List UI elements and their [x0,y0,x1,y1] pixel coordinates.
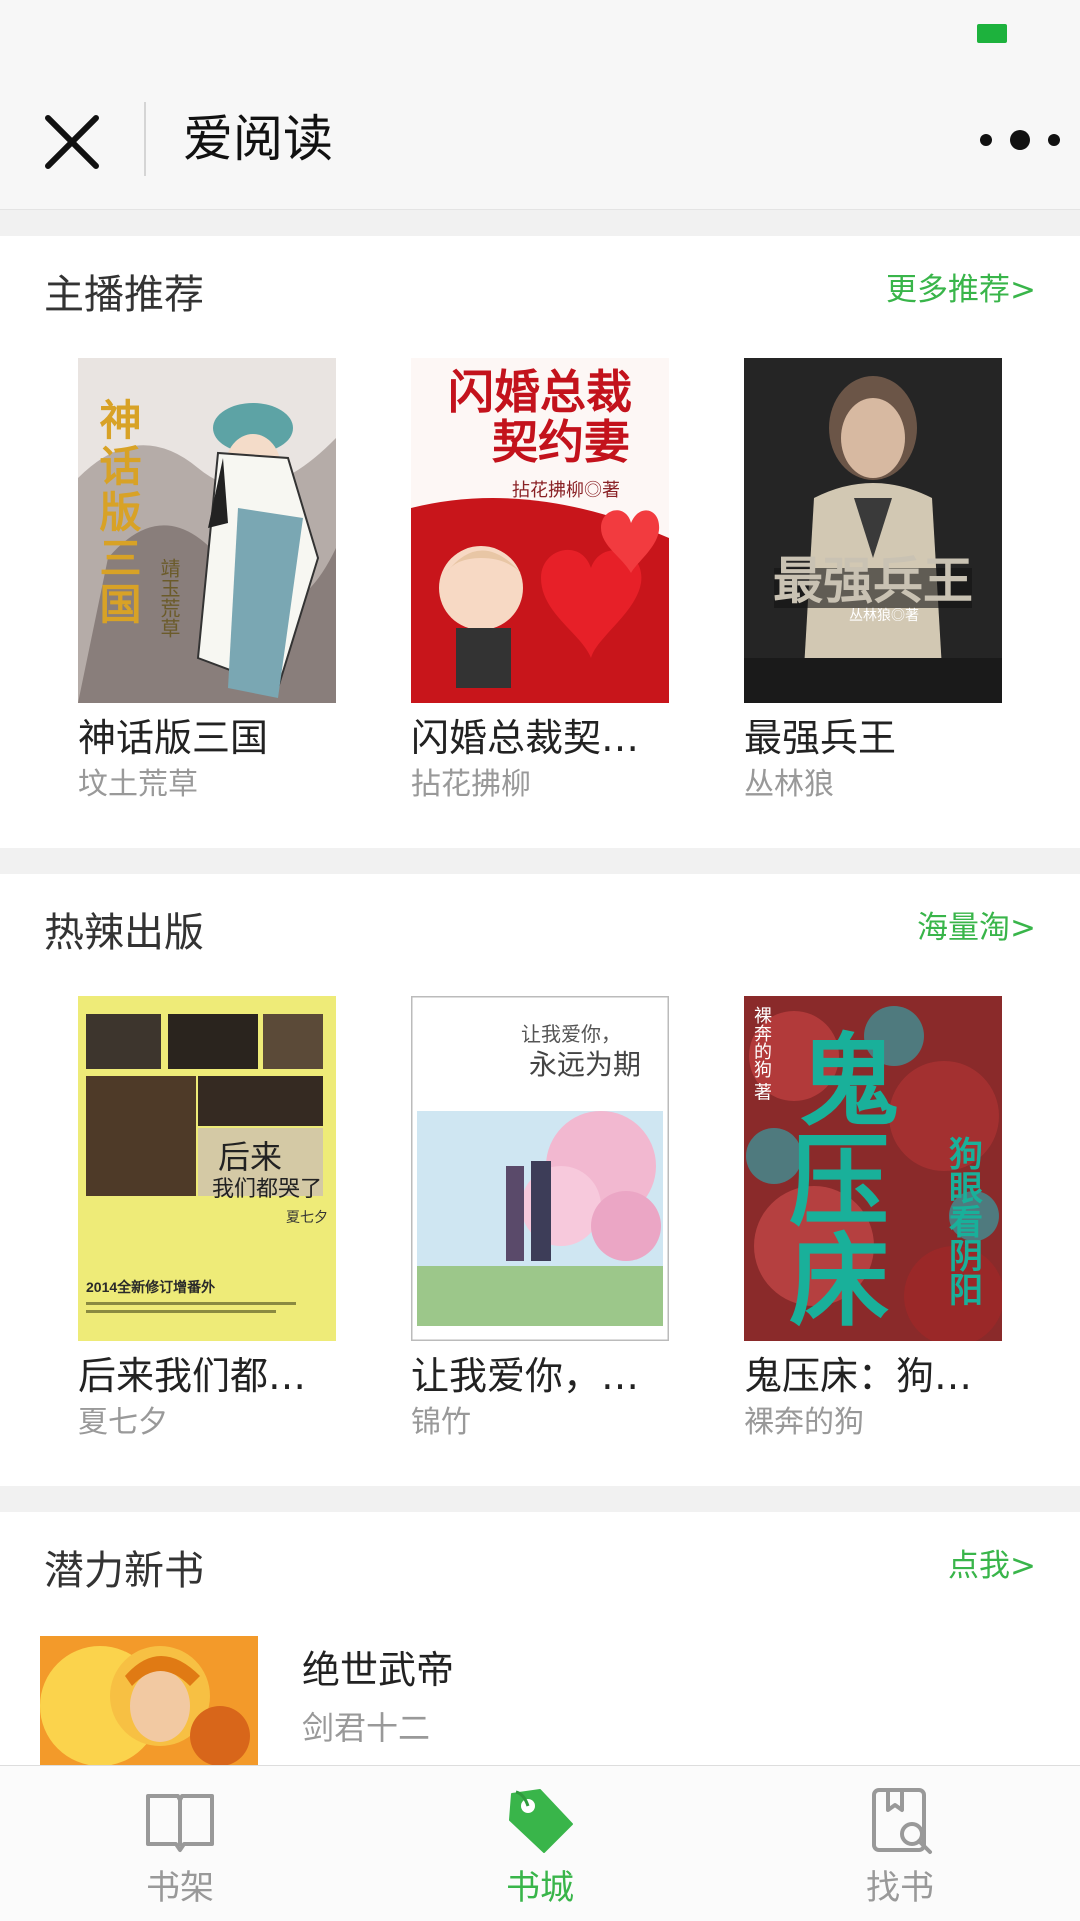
tab-bookshelf[interactable]: 书架 [0,1766,360,1921]
cover-author: 拈花拂柳◎著 [512,480,620,500]
book-card[interactable]: 闪婚总裁 契约妻 拈花拂柳◎著 闪婚总裁契… 拈花拂柳 [411,358,669,806]
section-host-recommend: 主播推荐 更多推荐> 神话版三国 靖玉荒草 神话版三国 坟土荒草 闪婚总裁 契约… [0,236,1080,848]
section-title: 潜力新书 [44,1548,204,1594]
tab-label: 书架 [146,1868,214,1908]
cover-edition: 2014全新修订增番外 [86,1279,215,1295]
book-cover: 闪婚总裁 契约妻 拈花拂柳◎著 [411,358,669,703]
book-author: 丛林狼 [744,767,834,802]
book-title: 鬼压床：狗… [744,1354,973,1398]
book-card[interactable]: 鬼 压 床 狗眼看阴阳 裸奔的狗 著 鬼压床：狗… 裸奔的狗 [744,996,1002,1444]
cover-author: 夏七夕 [286,1210,328,1226]
tag-icon [509,1789,573,1853]
book-open-icon [146,1794,214,1852]
tab-label: 找书 [866,1868,934,1908]
new-book-item[interactable]: 绝世武帝 剑君十二 [40,1636,1040,1765]
book-card[interactable]: 最强兵王 丛林狼◎著 最强兵王 丛林狼 [744,358,1002,806]
cover-title: 契约妻 [492,417,630,468]
section-gap [0,1486,1080,1512]
section-gap [0,848,1080,874]
book-title: 让我爱你，… [411,1354,640,1398]
nav-bar: 爱阅读 [0,70,1080,210]
section-new-books: 潜力新书 点我> 绝世武帝 剑君十二 [0,1512,1080,1765]
cover-title: 让我爱你， [521,1023,621,1046]
tab-find-books[interactable]: 找书 [720,1766,1080,1921]
status-bar [0,0,1080,70]
click-me-link[interactable]: 点我> [948,1542,1036,1590]
book-cover: 最强兵王 丛林狼◎著 [744,358,1002,703]
section-hot-publishing: 热辣出版 海量淘> 后来 我们都哭了 夏七夕 2014全新修订增番外 后来我们都… [0,874,1080,1486]
more-button[interactable] [972,120,1068,160]
book-cover: 鬼 压 床 狗眼看阴阳 裸奔的狗 著 [744,996,1002,1341]
book-cover: 让我爱你， 永远为期 [411,996,669,1341]
book-card[interactable]: 神话版三国 靖玉荒草 神话版三国 坟土荒草 [78,358,336,806]
nav-divider [144,102,146,176]
book-author: 裸奔的狗 [744,1405,864,1440]
section-title: 热辣出版 [44,910,204,956]
book-title: 绝世武帝 [302,1648,455,1692]
page-title: 爱阅读 [183,110,333,168]
battery-icon [977,24,1007,43]
cover-title: 闪婚总裁 [448,367,632,418]
cover-title: 神话版三国 [93,398,141,628]
close-button[interactable] [40,110,104,174]
tab-bookstore[interactable]: 书城 [360,1766,720,1921]
cover-title: 最强兵王 [773,553,973,609]
book-author: 夏七夕 [78,1405,168,1440]
book-author: 剑君十二 [302,1709,431,1747]
more-icon [980,130,1060,150]
cover-title: 压 [789,1127,889,1238]
book-author: 坟土荒草 [78,767,198,802]
close-icon [45,115,99,169]
cover-author: 靖玉荒草 [157,558,180,638]
cover-author: 丛林狼◎著 [849,607,919,623]
section-title: 主播推荐 [44,272,204,318]
cover-title: 后来 [218,1139,282,1175]
book-title: 后来我们都… [78,1354,307,1398]
cover-subtitle: 狗眼看阴阳 [944,1136,983,1306]
book-cover: 后来 我们都哭了 夏七夕 2014全新修订增番外 [78,996,336,1341]
book-card[interactable]: 让我爱你， 永远为期 让我爱你，… 锦竹 [411,996,669,1444]
cover-title: 我们都哭了 [212,1176,322,1201]
book-search-icon [872,1788,932,1854]
section-gap [0,210,1080,236]
book-cover [40,1636,258,1765]
tab-label: 书城 [506,1868,574,1908]
book-author: 拈花拂柳 [411,767,531,802]
book-title: 闪婚总裁契… [411,716,640,760]
book-title: 最强兵王 [744,716,897,760]
book-card[interactable]: 后来 我们都哭了 夏七夕 2014全新修订增番外 后来我们都… 夏七夕 [78,996,336,1444]
cover-title: 永远为期 [529,1049,641,1081]
browse-more-link[interactable]: 海量淘> [917,904,1036,952]
cover-author: 裸奔的狗 著 [752,1006,772,1101]
tab-bar: 书架 书城 找书 [0,1765,1080,1921]
book-author: 锦竹 [411,1405,471,1440]
book-title: 神话版三国 [78,716,269,760]
cover-title: 床 [789,1227,889,1338]
book-cover: 神话版三国 靖玉荒草 [78,358,336,703]
more-recommend-link[interactable]: 更多推荐> [886,266,1036,314]
cover-title: 鬼 [799,1027,899,1138]
